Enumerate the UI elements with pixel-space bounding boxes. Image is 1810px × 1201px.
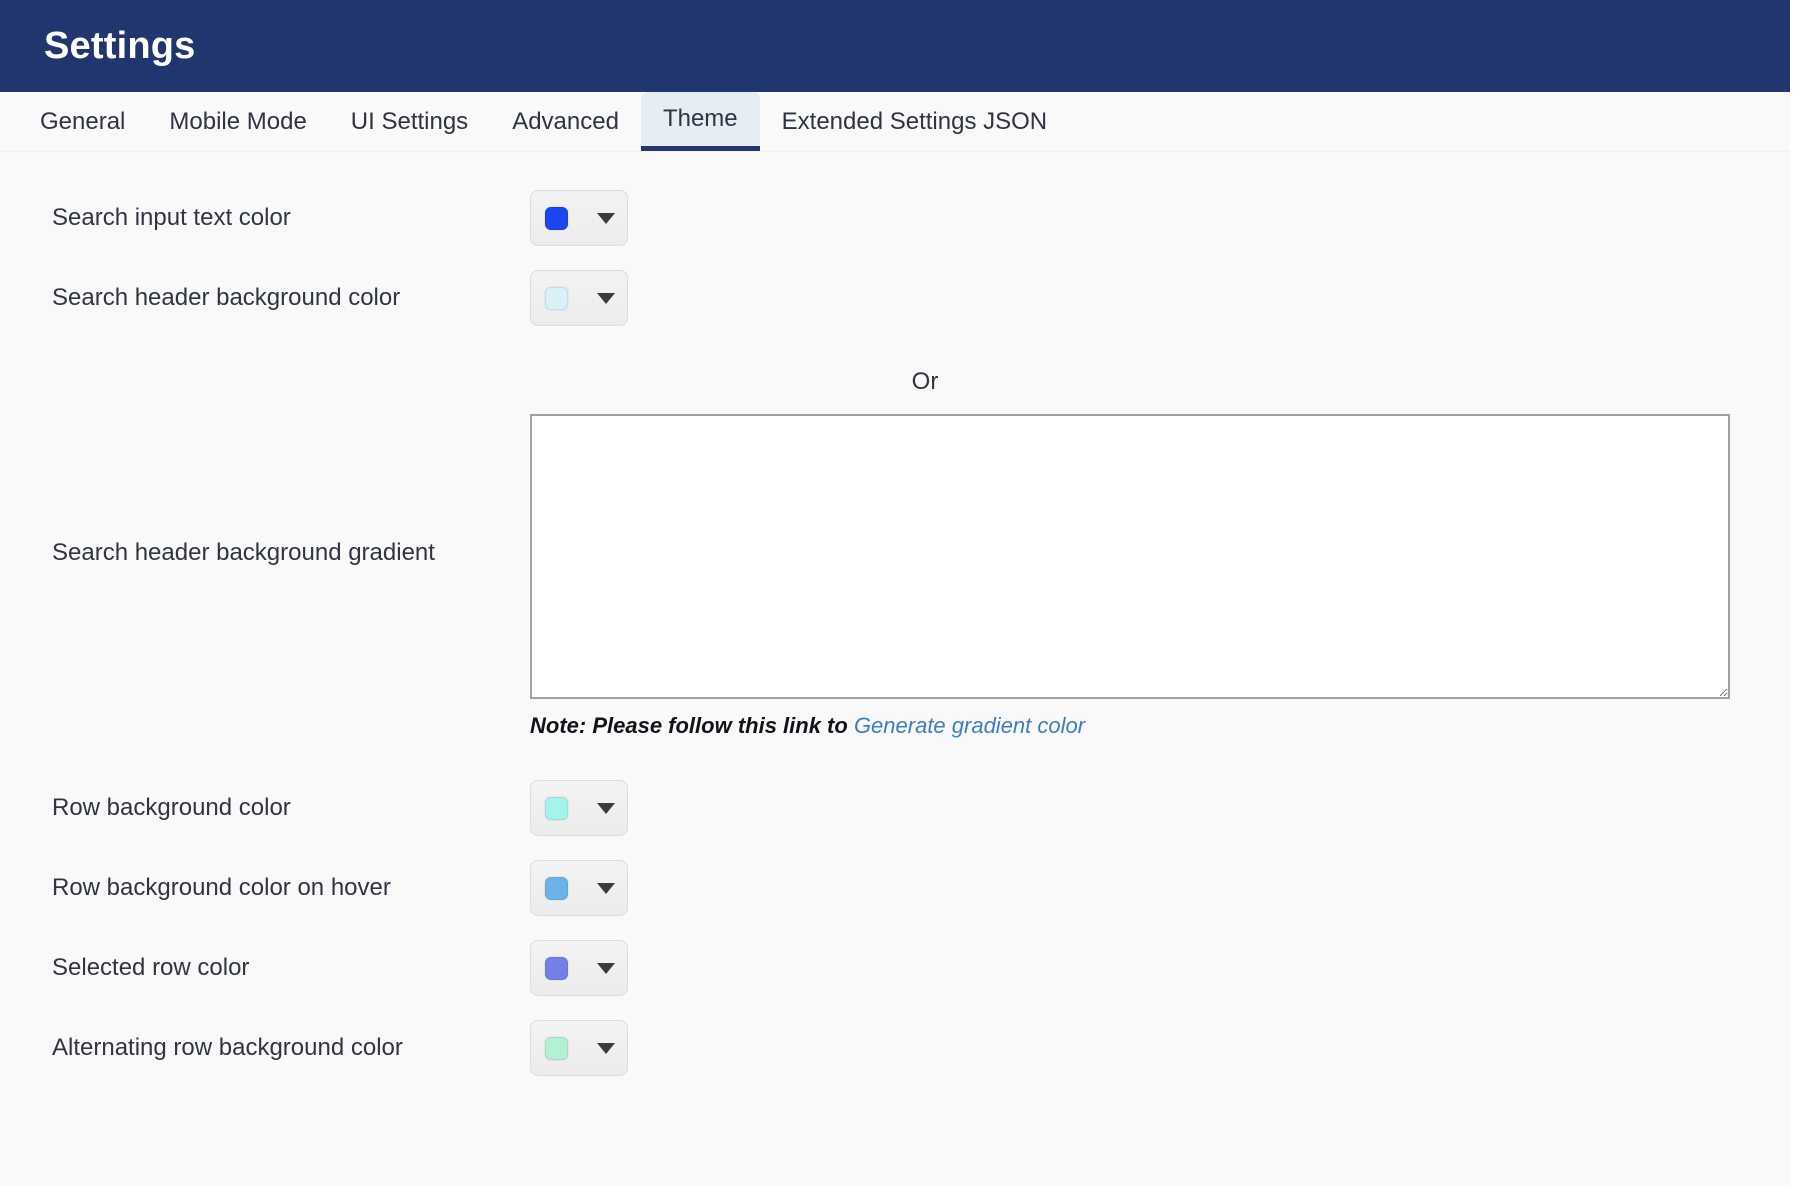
chevron-down-icon xyxy=(597,212,615,224)
control-row-background-color xyxy=(530,780,1790,836)
tab-extended-settings-json[interactable]: Extended Settings JSON xyxy=(760,92,1069,151)
label-row-background-color-on-hover: Row background color on hover xyxy=(52,874,391,901)
label-alternating-row-background-color: Alternating row background color xyxy=(52,1034,403,1061)
color-picker-row-background-color[interactable] xyxy=(530,780,628,836)
color-swatch xyxy=(545,286,568,310)
label-selected-row-color: Selected row color xyxy=(52,954,250,981)
control-search-header-background-gradient: Or Note: Please follow this link to Gene… xyxy=(530,368,1790,739)
theme-settings-form: Search input text color Search header ba… xyxy=(0,152,1790,1185)
page-title: Settings xyxy=(44,25,196,67)
chevron-down-icon xyxy=(597,962,615,974)
row-row-background-color: Row background color xyxy=(0,768,1790,848)
tab-mobile-mode[interactable]: Mobile Mode xyxy=(147,92,328,151)
chevron-down-icon xyxy=(597,292,615,304)
or-separator-label: Or xyxy=(911,367,939,395)
chevron-down-icon xyxy=(597,1042,615,1054)
row-search-header-background-gradient: Search header background gradient Or Not… xyxy=(0,338,1790,768)
control-row-background-color-on-hover xyxy=(530,860,1790,916)
color-picker-search-header-background-color[interactable] xyxy=(530,270,628,326)
row-search-header-background-color: Search header background color xyxy=(0,258,1790,338)
tab-advanced[interactable]: Advanced xyxy=(490,92,641,151)
gradient-textarea[interactable] xyxy=(530,413,1730,699)
color-swatch xyxy=(545,1036,568,1060)
control-alternating-row-background-color xyxy=(530,1020,1790,1076)
color-picker-row-background-color-on-hover[interactable] xyxy=(530,860,628,916)
color-picker-search-input-text-color[interactable] xyxy=(530,190,628,246)
row-search-input-text-color: Search input text color xyxy=(0,178,1790,258)
settings-window: Settings General Mobile Mode UI Settings… xyxy=(0,0,1790,1185)
label-search-header-background-color: Search header background color xyxy=(52,284,401,311)
row-row-background-color-on-hover: Row background color on hover xyxy=(0,848,1790,928)
tab-general[interactable]: General xyxy=(18,92,147,151)
control-selected-row-color xyxy=(530,940,1790,996)
control-search-header-background-color xyxy=(530,270,1790,326)
app-header: Settings xyxy=(0,0,1790,92)
label-row-background-color: Row background color xyxy=(52,794,291,821)
color-picker-selected-row-color[interactable] xyxy=(530,940,628,996)
settings-tabbar: General Mobile Mode UI Settings Advanced… xyxy=(0,92,1790,152)
color-swatch xyxy=(545,206,568,230)
row-alternating-row-background-color: Alternating row background color xyxy=(0,1008,1790,1088)
label-search-input-text-color: Search input text color xyxy=(52,204,291,231)
chevron-down-icon xyxy=(597,882,615,894)
generate-gradient-color-link[interactable]: Generate gradient color xyxy=(854,713,1085,738)
control-search-input-text-color xyxy=(530,190,1790,246)
color-swatch xyxy=(545,876,568,900)
tab-ui-settings[interactable]: UI Settings xyxy=(329,92,490,151)
tab-theme[interactable]: Theme xyxy=(640,92,760,151)
label-search-header-background-gradient: Search header background gradient xyxy=(52,539,435,566)
gradient-note: Note: Please follow this link to Generat… xyxy=(530,713,1770,739)
color-swatch xyxy=(545,956,568,980)
row-selected-row-color: Selected row color xyxy=(0,928,1790,1008)
color-picker-alternating-row-background-color[interactable] xyxy=(530,1020,628,1076)
gradient-note-text: Note: Please follow this link to xyxy=(530,712,854,738)
chevron-down-icon xyxy=(597,802,615,814)
color-swatch xyxy=(545,796,568,820)
